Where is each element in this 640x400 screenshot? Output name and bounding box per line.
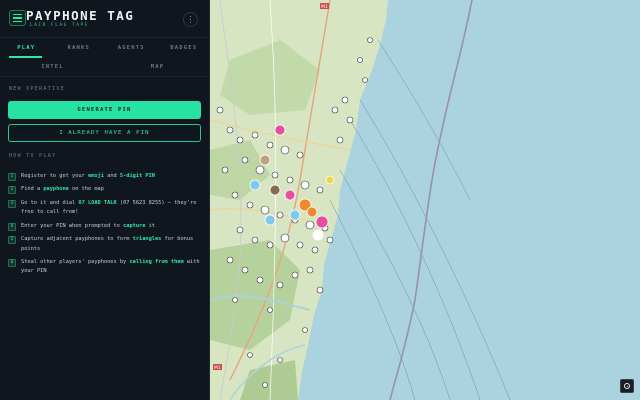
how-to-play-step: 3 Go to it and dial 07 LOAD TALK (07 5623… xyxy=(8,199,204,218)
how-to-play-list: 1 Register to get your emoji and 5-digit … xyxy=(8,172,204,281)
step-number: 3 xyxy=(8,199,16,208)
step-text-part: on the map xyxy=(68,186,104,193)
shipping-line xyxy=(339,169,451,400)
step-highlight: 5-digit PIN xyxy=(119,173,155,179)
step-text-part: Register to get your xyxy=(21,173,88,179)
tab-map[interactable]: MAP xyxy=(105,59,210,76)
tab-badges[interactable]: BADGES xyxy=(158,38,211,58)
how-to-play-step: 4 Enter your PIN when prompted to capture… xyxy=(8,222,204,231)
generate-pin-button[interactable]: GENERATE PIN xyxy=(8,101,201,119)
step-text: Register to get your emoji and 5-digit P… xyxy=(21,172,155,181)
step-text: Steal other players' payphones by callin… xyxy=(21,258,204,277)
more-options-icon[interactable]: ⋮ xyxy=(183,12,198,27)
step-text-part: Go to it and dial xyxy=(21,199,79,206)
app-title: PAYPHONE TAG xyxy=(26,8,135,23)
step-text: Capture adjacent payphones to form trian… xyxy=(21,235,204,254)
how-to-play-step: 2 Find a payphone on the map xyxy=(8,185,204,195)
locate-icon[interactable] xyxy=(620,379,634,393)
sidebar: PAYPHONE TAG LAIR FLAG TAPE ⋮ PLAY RANKS… xyxy=(0,0,210,400)
new-operative-heading: NEW OPERATIVE xyxy=(9,86,66,92)
map-view[interactable]: M1 M1 xyxy=(210,0,640,400)
secondary-tabs: INTEL MAP xyxy=(0,59,210,77)
step-number: 1 xyxy=(8,173,16,181)
map-canvas: M1 M1 xyxy=(210,0,511,400)
how-to-play-heading: HOW TO PLAY xyxy=(9,153,57,159)
step-text-part: Enter your PIN when prompted to xyxy=(21,222,124,229)
step-highlight: 07 LOAD TALK xyxy=(78,199,117,206)
shipping-line xyxy=(377,39,471,201)
step-text: Go to it and dial 07 LOAD TALK (07 5623 … xyxy=(21,199,204,218)
road-shield-label: M1 xyxy=(321,4,328,10)
shipping-line xyxy=(349,119,481,400)
tab-play[interactable]: PLAY xyxy=(0,38,53,58)
step-highlight: emoji xyxy=(87,173,104,179)
tab-agents[interactable]: AGENTS xyxy=(105,38,158,58)
how-to-play-step: 5 Capture adjacent payphones to form tria… xyxy=(8,235,204,254)
primary-tabs: PLAY RANKS AGENTS BADGES xyxy=(0,38,210,58)
step-highlight: payphone xyxy=(43,186,69,193)
step-number: 2 xyxy=(8,186,16,195)
step-number: 6 xyxy=(8,259,16,268)
active-tab-indicator xyxy=(9,56,42,58)
tab-intel[interactable]: INTEL xyxy=(0,59,105,76)
step-text-part: it xyxy=(145,222,155,229)
app-subtitle: LAIR FLAG TAPE xyxy=(30,23,89,28)
step-number: 5 xyxy=(8,236,16,245)
step-text-part: Find a xyxy=(21,186,44,193)
step-text-part: Steal other players' payphones by xyxy=(21,259,130,266)
step-highlight: calling from them xyxy=(129,259,184,266)
step-highlight: capture xyxy=(123,222,146,229)
tab-ranks[interactable]: RANKS xyxy=(53,38,106,58)
step-text-part: and xyxy=(103,173,120,179)
maritime-boundary xyxy=(389,0,473,400)
how-to-play-step: 6 Steal other players' payphones by calli… xyxy=(8,258,204,277)
step-text: Find a payphone on the map xyxy=(21,185,104,194)
header: PAYPHONE TAG LAIR FLAG TAPE ⋮ xyxy=(0,0,210,38)
step-text-part: Capture adjacent payphones to form xyxy=(21,236,133,243)
shipping-line xyxy=(329,199,416,400)
step-highlight: triangles xyxy=(132,236,162,243)
road-shield-label: M1 xyxy=(214,365,221,371)
step-text: Enter your PIN when prompted to capture … xyxy=(21,222,155,231)
menu-icon[interactable] xyxy=(9,10,26,26)
step-number: 4 xyxy=(8,222,16,231)
have-pin-button[interactable]: I ALREADY HAVE A PIN xyxy=(8,124,201,142)
how-to-play-step: 1 Register to get your emoji and 5-digit … xyxy=(8,172,204,181)
shipping-line xyxy=(359,99,511,400)
